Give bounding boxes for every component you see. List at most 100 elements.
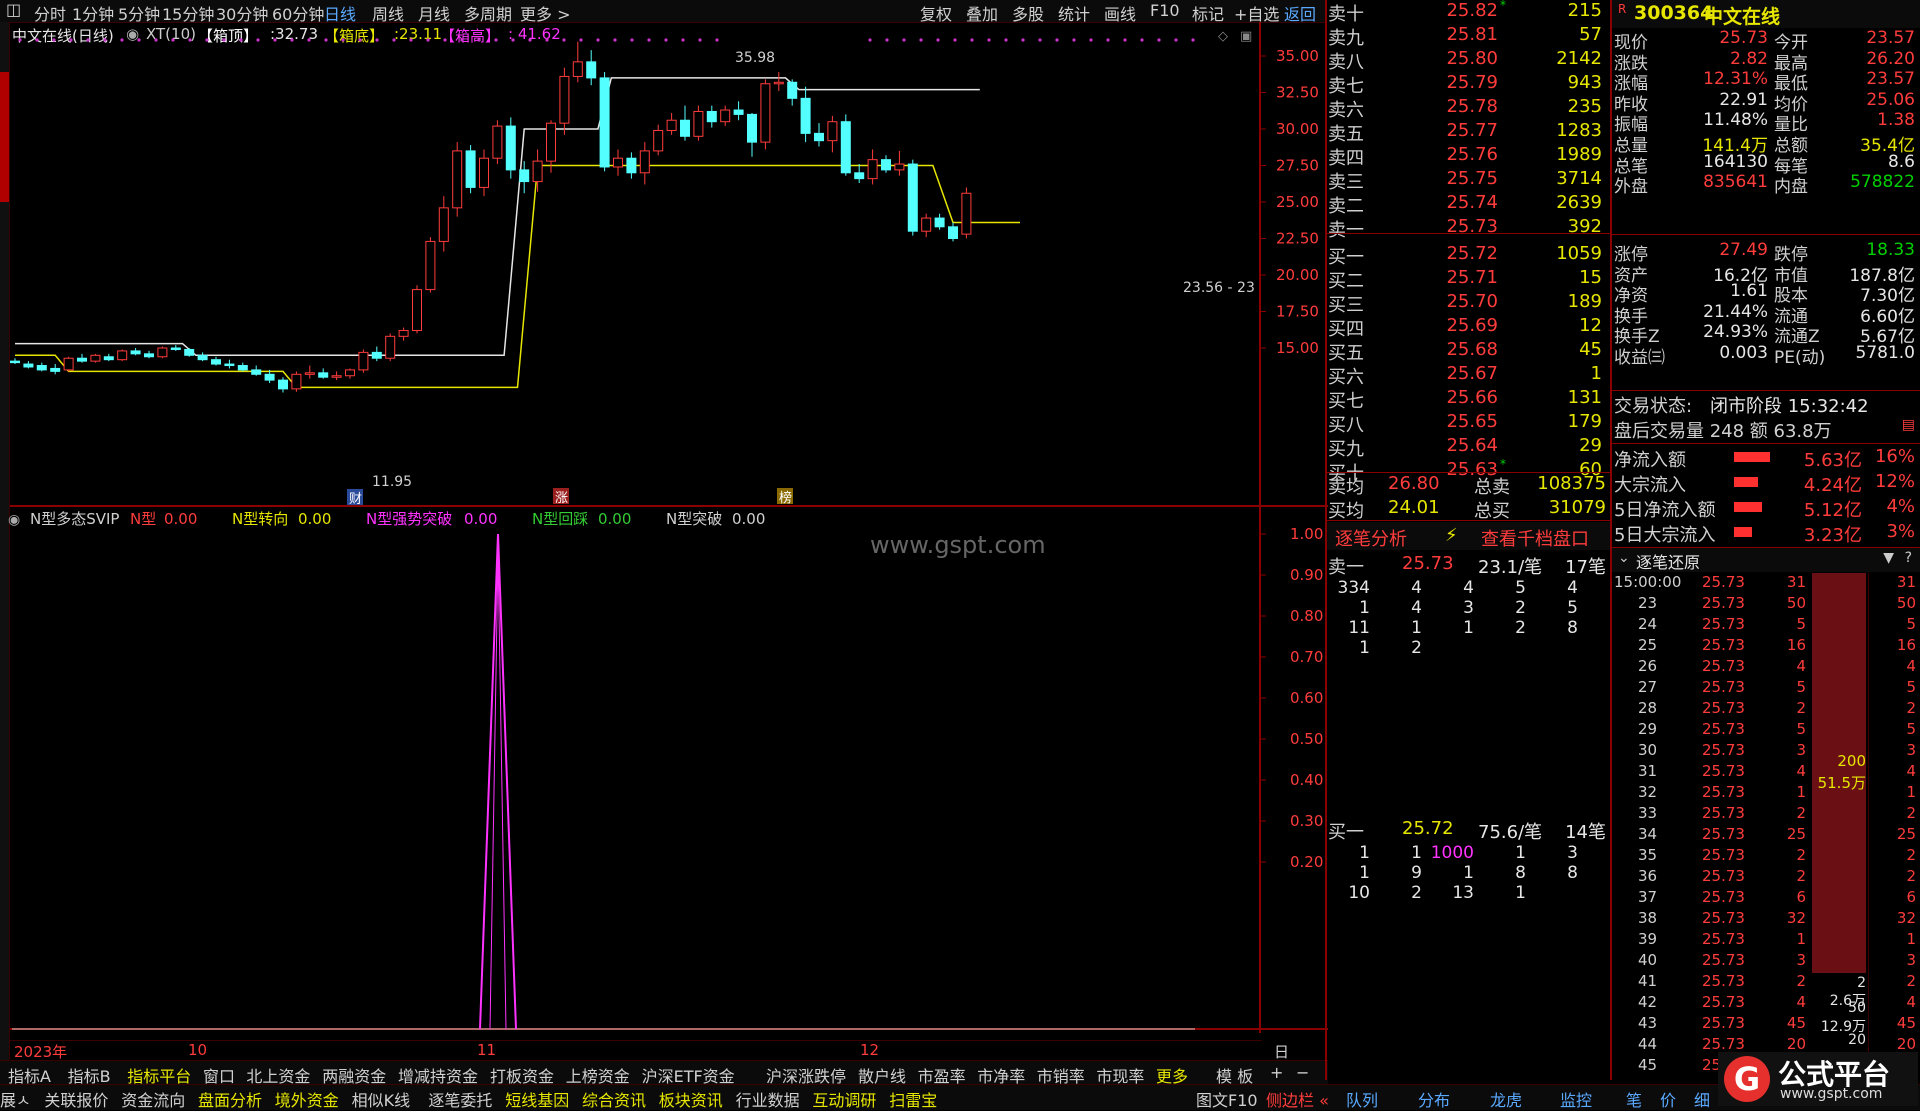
view-depth-link[interactable]: 查看千档盘口 [1481, 525, 1589, 551]
queue-cell: 1 [1359, 598, 1370, 618]
panel-tab[interactable]: 龙虎 [1490, 1087, 1522, 1111]
orderbook-price: 25.66 [1446, 387, 1498, 408]
quote-value: 835641 [1703, 172, 1768, 193]
orderbook-row[interactable]: 买七 25.66 131 [1328, 387, 1604, 412]
function-tab[interactable]: 扫雷宝 [889, 1087, 937, 1111]
candle-body [599, 77, 610, 168]
candle-body [961, 192, 972, 235]
orderbook-row[interactable]: 买八 25.65 179 [1328, 411, 1604, 436]
function-tab[interactable]: 短线基因 [505, 1087, 569, 1111]
tick-price: 25.73 [1702, 888, 1745, 906]
guide-dot [545, 38, 549, 42]
stock-name: 中文在线 [1704, 6, 1781, 28]
tick-volume-right: 31 [1896, 573, 1916, 591]
candle-body [747, 113, 757, 143]
template-control[interactable]: − [1296, 1063, 1309, 1082]
function-tab[interactable]: 盘面分析 [198, 1087, 262, 1111]
orderbook-row[interactable]: 卖五 25.77 1283 [1328, 120, 1604, 145]
indicator-chart[interactable]: ◉ N型多态SVIP N型 0.00 N型转向 0.00 N型强势突破 0.00 N型回踩 0… [0, 508, 1328, 1033]
orderbook-row[interactable]: 买四 25.69 12 [1328, 315, 1604, 340]
panel-tab[interactable]: 分布 [1418, 1087, 1450, 1111]
orderbook-row[interactable]: 买三 25.70 189 [1328, 291, 1604, 316]
trade-status-row: 交易状态: 闭市阶段 15:32:42 [1614, 396, 1869, 417]
candle-body [184, 348, 195, 356]
collapse-icon[interactable]: ⌄ [1618, 550, 1630, 566]
help-icon[interactable]: ? [1905, 550, 1912, 566]
orderbook-row[interactable]: 卖四 25.76 1989 [1328, 144, 1604, 169]
orderbook-row[interactable]: 买九 25.64 29 [1328, 435, 1604, 460]
panel-tab[interactable]: 队列 [1346, 1087, 1378, 1111]
panel-tab[interactable]: 笔 [1626, 1087, 1642, 1111]
orderbook-row[interactable]: 买六 25.67 1 [1328, 363, 1604, 388]
orderbook-price: 25.72 [1446, 243, 1498, 264]
queue-cell: 334 [1337, 578, 1370, 598]
guide-dot [222, 38, 226, 42]
tool-button[interactable]: F10 [1150, 1, 1180, 20]
tick-row: 33 25.73 2 2 [1612, 804, 1920, 825]
orderbook-row[interactable]: 买一 25.72 1059 [1328, 243, 1604, 268]
orderbook-row[interactable]: 卖九 25.81 57 [1328, 24, 1604, 49]
function-tab[interactable]: 综合资讯 [582, 1087, 646, 1111]
orderbook-level: 卖二 [1328, 196, 1364, 217]
candle-body [331, 375, 342, 378]
quote-value: 24.93% [1703, 322, 1768, 343]
limitup-marker: 涨 [555, 491, 568, 506]
orderbook-level: 卖六 [1328, 100, 1364, 121]
tick-volume: 31 [1786, 573, 1806, 591]
filter-icon[interactable]: ▼ [1883, 550, 1894, 566]
fund-flow-row: 净流入额 5.63亿 16% [1614, 446, 1917, 471]
quote-value: 11.48% [1703, 110, 1768, 131]
tick-volume-right: 5 [1906, 615, 1916, 633]
guide-dot [477, 38, 481, 42]
function-tab[interactable]: 板块资讯 [659, 1087, 723, 1111]
price-chart[interactable]: 35.00 32.50 30.00 27.50 25.00 22.50 20.00 17.50… [0, 22, 1328, 510]
tick-volume: 2 [1796, 867, 1806, 885]
tick-row: 34 25.73 25 25 [1612, 825, 1920, 846]
orderbook-row[interactable]: 卖八 25.80 2142 [1328, 48, 1604, 73]
panel-tab[interactable]: 图文F10 [1196, 1087, 1258, 1111]
template-control[interactable]: + [1270, 1063, 1283, 1082]
tick-row: 28 25.73 2 2 [1612, 699, 1920, 720]
window-toggle-icon[interactable]: ◫ [6, 0, 21, 19]
function-tab[interactable]: 行业数据 [736, 1087, 800, 1111]
tick-time: 23 [1638, 594, 1658, 612]
panel-tab[interactable]: 监控 [1560, 1087, 1592, 1111]
tick-time: 42 [1638, 993, 1658, 1011]
orderbook-row[interactable]: 卖二 25.74 2639 [1328, 192, 1604, 217]
stock-code: 300364 [1634, 2, 1714, 24]
tick-row: 37 25.73 6 6 [1612, 888, 1920, 909]
function-tab[interactable]: 互动调研 [812, 1087, 876, 1111]
function-tab[interactable]: 相似K线 [352, 1087, 411, 1111]
tick-analysis-tab[interactable]: 逐笔分析 [1335, 525, 1407, 551]
panel-tab[interactable]: 细 [1694, 1087, 1710, 1111]
orderbook-row[interactable]: 买五 25.68 45 [1328, 339, 1604, 364]
panel-tab[interactable]: 价 [1660, 1087, 1676, 1111]
ask1-summary: 卖一 25.73 23.1/笔 17笔 [1328, 553, 1606, 578]
function-tab[interactable]: 境外资金 [275, 1087, 339, 1111]
orderbook-row[interactable]: 买二 25.71 15 [1328, 267, 1604, 292]
orderbook-row[interactable]: 卖六 25.78 235 [1328, 96, 1604, 121]
function-tab[interactable]: 逐笔委托 [428, 1087, 492, 1111]
indicator-tick-label: 0.50 [1290, 730, 1323, 748]
orderbook-row[interactable]: 卖三 25.75 3714 [1328, 168, 1604, 193]
queue-cell: 2 [1411, 883, 1422, 903]
indicator-tick-label: 0.90 [1290, 566, 1323, 584]
function-tab[interactable]: 关联报价 [44, 1087, 108, 1111]
function-tab[interactable]: 展ㅅ [0, 1087, 31, 1111]
guide-dot [562, 38, 566, 42]
candle-body [50, 367, 61, 372]
quote-value: 22.91 [1719, 89, 1768, 110]
guide-dot [494, 38, 498, 42]
function-tab[interactable]: 资金流向 [121, 1087, 185, 1111]
orderbook-row[interactable]: 卖一 25.73 392 [1328, 216, 1604, 241]
orderbook-level: 买七 [1328, 391, 1364, 412]
candle-body [103, 356, 114, 361]
panel-tab[interactable]: 侧边栏 « [1266, 1087, 1329, 1111]
indicator-param-value: 0.00 [598, 510, 631, 528]
tick-analysis-header: 逐笔分析 ⚡ 查看千档盘口 [1327, 522, 1611, 550]
orderbook-row[interactable]: 卖十 25.82 * 215 [1328, 0, 1604, 25]
orderbook-row[interactable]: 卖七 25.79 943 [1328, 72, 1604, 97]
brand-logo: G 公式平台 www.gspt.com [1718, 1052, 1918, 1106]
guide-dot [52, 38, 56, 42]
guide-dot [1038, 38, 1042, 42]
